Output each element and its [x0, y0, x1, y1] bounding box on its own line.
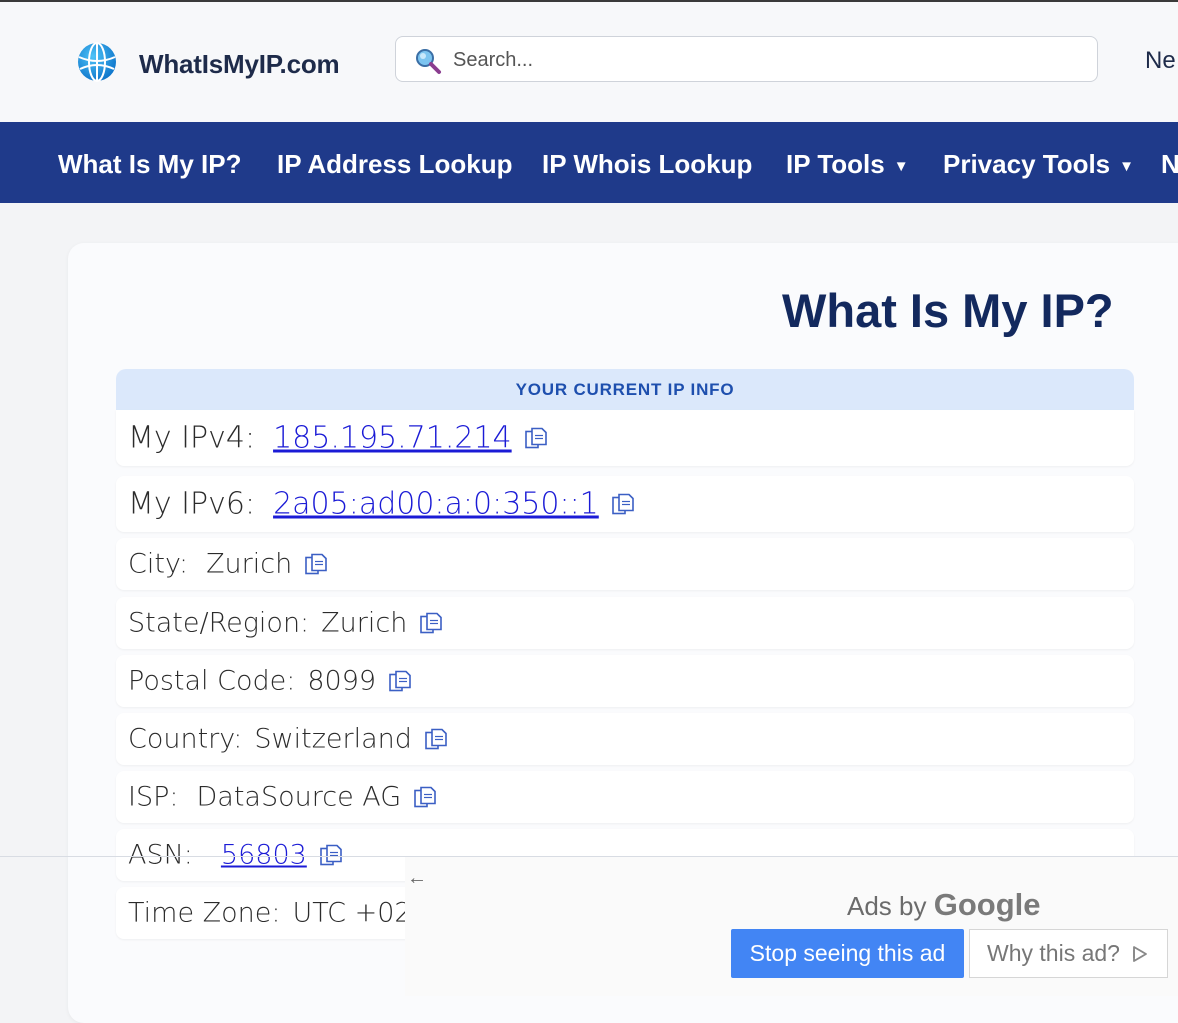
search-input[interactable]: [451, 43, 1075, 77]
ip-info-header: YOUR CURRENT IP INFO: [116, 369, 1134, 410]
nav-label: Privacy Tools: [943, 149, 1111, 179]
nav-item-cut[interactable]: N: [1161, 149, 1178, 180]
postal-row: Postal Code: 8099: [116, 655, 1134, 707]
copy-icon[interactable]: [304, 552, 328, 576]
postal-value: 8099: [307, 665, 377, 697]
nav-ip-whois-lookup[interactable]: IP Whois Lookup: [542, 149, 752, 180]
google-logo: Google: [933, 887, 1041, 922]
main-nav: What Is My IP? IP Address Lookup IP Whoi…: [0, 122, 1178, 203]
isp-row: ISP: DataSource AG: [116, 771, 1134, 823]
copy-icon[interactable]: [424, 727, 448, 751]
state-value: Zurich: [321, 607, 408, 639]
back-arrow-icon[interactable]: ←: [407, 867, 429, 889]
ipv6-row: My IPv6: 2a05:ad00:a:0:350::1: [116, 476, 1134, 532]
city-row: City: Zurich: [116, 538, 1134, 590]
site-logo-text[interactable]: WhatIsMyIP.com: [139, 49, 340, 80]
dropdown-caret-icon: ▼: [1119, 158, 1135, 175]
asn-link[interactable]: 56803: [221, 840, 307, 871]
nav-ip-tools[interactable]: IP Tools ▼: [786, 149, 909, 180]
header-link-cut[interactable]: Ne: [1145, 47, 1176, 75]
nav-privacy-tools[interactable]: Privacy Tools ▼: [943, 149, 1134, 180]
nav-label: N: [1161, 149, 1178, 179]
copy-icon[interactable]: [319, 843, 343, 867]
country-row: Country: Switzerland: [116, 713, 1134, 765]
page-title: What Is My IP?: [782, 284, 1114, 337]
stop-seeing-ad-button[interactable]: Stop seeing this ad: [731, 929, 964, 978]
country-value: Switzerland: [254, 723, 412, 755]
search-icon: [416, 49, 441, 74]
copy-icon[interactable]: [388, 669, 412, 693]
copy-icon[interactable]: [611, 492, 635, 516]
search-box[interactable]: [395, 36, 1098, 82]
ipv4-link[interactable]: 185.195.71.214: [273, 421, 512, 456]
why-this-ad-button[interactable]: Why this ad?: [969, 929, 1168, 978]
copy-icon[interactable]: [524, 426, 548, 450]
ads-by-label: Ads by: [847, 891, 927, 921]
globe-logo-icon[interactable]: [76, 41, 118, 83]
nav-label: What Is My IP?: [58, 149, 242, 179]
copy-icon[interactable]: [413, 785, 437, 809]
nav-label: IP Address Lookup: [277, 149, 513, 179]
why-this-ad-label: Why this ad?: [987, 940, 1120, 966]
postal-label: Postal Code:: [128, 665, 296, 697]
dropdown-caret-icon: ▼: [893, 158, 909, 175]
ipv4-label: My IPv4:: [128, 420, 256, 456]
city-label: City:: [128, 548, 189, 580]
nav-what-is-my-ip[interactable]: What Is My IP?: [58, 149, 241, 180]
isp-label: ISP:: [128, 781, 179, 813]
nav-label: IP Whois Lookup: [542, 149, 753, 179]
ipv4-row: My IPv4: 185.195.71.214: [116, 410, 1134, 466]
adchoices-icon: [1133, 945, 1147, 962]
copy-icon[interactable]: [419, 611, 443, 635]
nav-label: IP Tools: [786, 149, 885, 179]
asn-label: ASN:: [128, 839, 193, 871]
timezone-label: Time Zone:: [128, 897, 281, 929]
nav-ip-address-lookup[interactable]: IP Address Lookup: [277, 149, 513, 180]
state-label: State/Region:: [128, 607, 310, 639]
ipv6-label: My IPv6:: [128, 486, 256, 522]
country-label: Country:: [128, 723, 243, 755]
ipv6-link[interactable]: 2a05:ad00:a:0:350::1: [273, 487, 599, 522]
isp-value: DataSource AG: [196, 781, 402, 813]
ads-by-google: Ads by Google: [847, 887, 1041, 923]
state-row: State/Region: Zurich: [116, 597, 1134, 649]
city-value: Zurich: [206, 548, 293, 580]
